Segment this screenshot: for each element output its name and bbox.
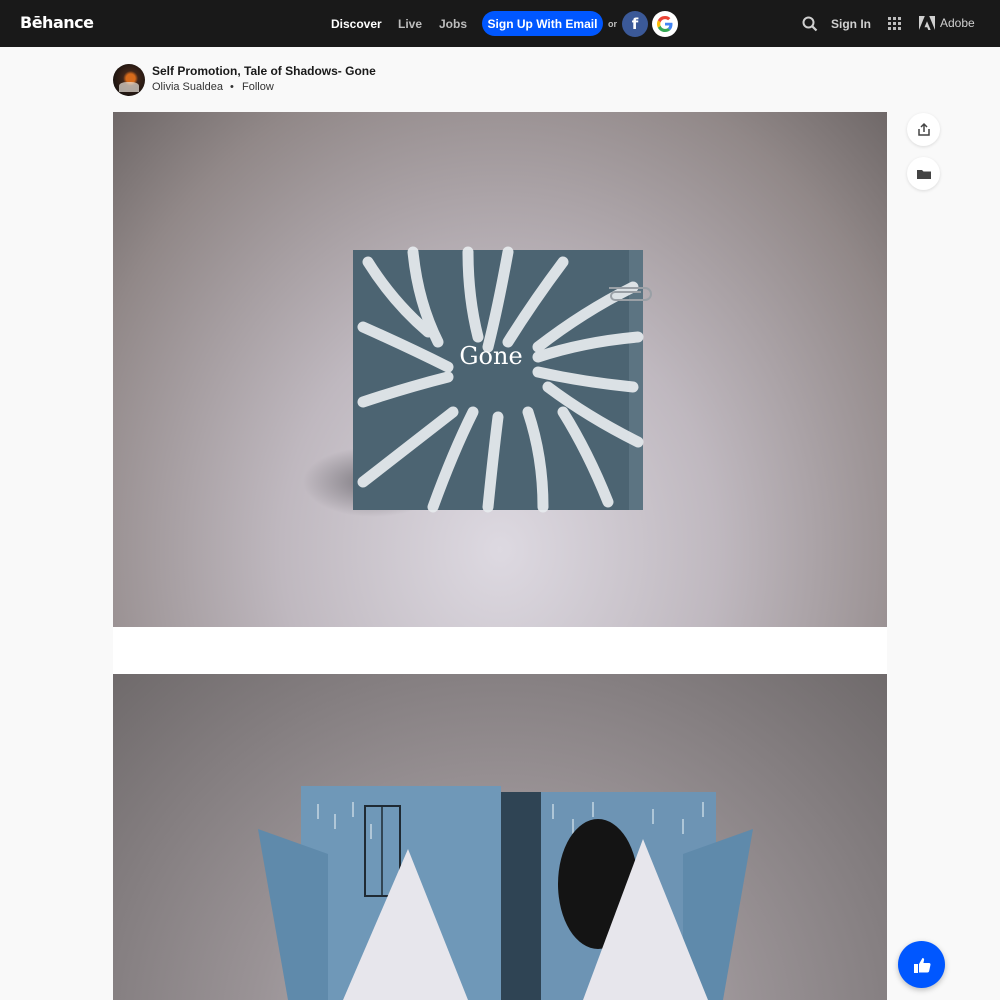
sign-up-email-button[interactable]: Sign Up With Email xyxy=(482,11,603,36)
facebook-icon: f xyxy=(631,15,639,33)
top-nav-bar: Bēhance Discover Live Jobs Sign Up With … xyxy=(0,0,1000,47)
google-login-button[interactable] xyxy=(652,11,678,37)
nav-discover[interactable]: Discover xyxy=(331,17,382,31)
save-to-collection-button[interactable] xyxy=(907,157,940,190)
appreciate-button[interactable] xyxy=(898,941,945,988)
adobe-link[interactable]: Adobe xyxy=(919,16,975,30)
project-image-book-cover[interactable]: Gone xyxy=(113,112,887,627)
share-icon xyxy=(917,122,930,136)
or-label: or xyxy=(608,19,617,29)
behance-logo[interactable]: Bēhance xyxy=(20,13,94,32)
project-canvas: Gone xyxy=(113,112,887,1000)
folder-icon xyxy=(916,169,931,179)
sign-in-link[interactable]: Sign In xyxy=(831,17,871,31)
owner-avatar[interactable] xyxy=(113,64,145,96)
adobe-label: Adobe xyxy=(940,16,975,30)
apps-grid-icon[interactable] xyxy=(888,17,901,30)
follow-link[interactable]: Follow xyxy=(242,81,274,93)
share-button[interactable] xyxy=(907,113,940,146)
google-icon xyxy=(657,16,673,32)
project-image-popup-book[interactable] xyxy=(113,674,887,1000)
facebook-login-button[interactable]: f xyxy=(622,11,648,37)
owner-name-link[interactable]: Olivia Sualdea xyxy=(152,81,223,93)
search-icon[interactable] xyxy=(801,15,819,33)
thumbs-up-icon xyxy=(913,957,931,973)
separator-dot: • xyxy=(230,81,234,93)
nav-jobs[interactable]: Jobs xyxy=(439,17,467,31)
nav-live[interactable]: Live xyxy=(398,17,422,31)
project-title: Self Promotion, Tale of Shadows- Gone xyxy=(152,64,376,78)
book-cover-photo: Gone xyxy=(303,246,652,517)
adobe-icon xyxy=(919,16,935,30)
popup-book-photo xyxy=(258,786,753,1000)
cover-lettering: Gone xyxy=(459,342,522,370)
